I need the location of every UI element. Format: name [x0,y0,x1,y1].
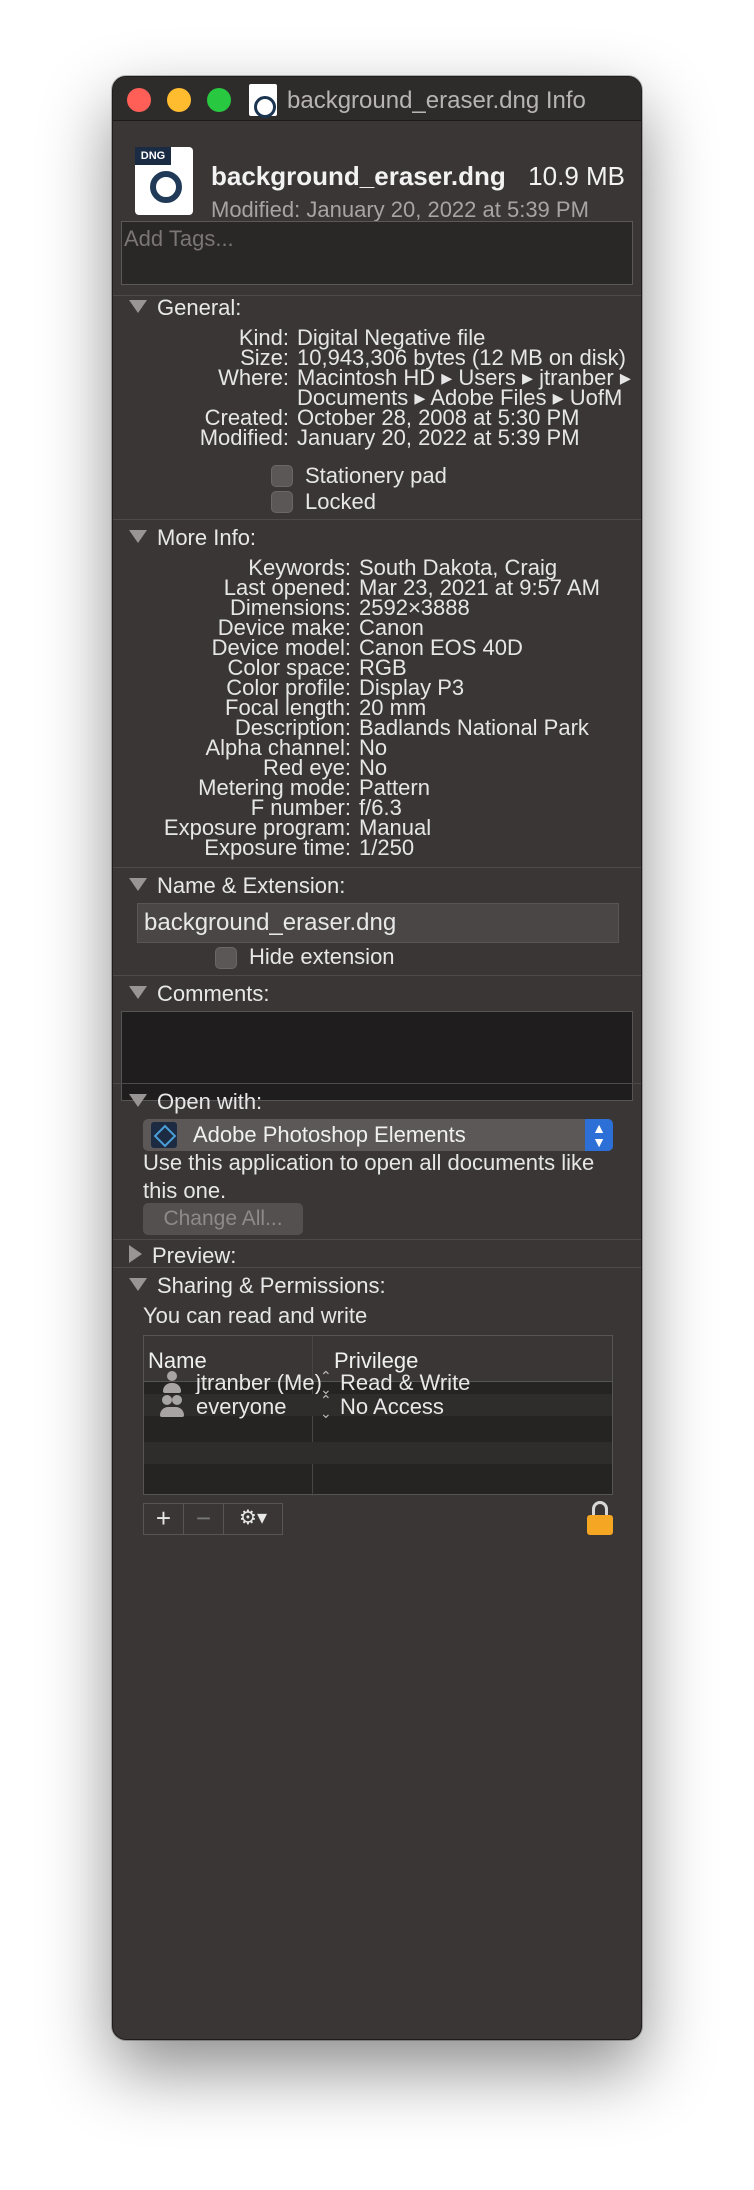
tags-field[interactable]: Add Tags... [121,221,633,285]
comments-field[interactable] [121,1011,633,1101]
disclosure-triangle-icon[interactable] [129,530,147,543]
add-user-button[interactable]: + [144,1504,184,1534]
user-icon [160,1370,184,1394]
info-label: Where: [218,365,289,390]
info-value: 1/250 [359,835,415,860]
lock-icon[interactable] [587,1501,613,1535]
general-section-header[interactable]: General: [129,295,241,321]
permission-buttons: + − ⚙▾ [143,1503,283,1535]
gear-icon[interactable]: ⚙▾ [224,1504,282,1534]
open-with-description: Use this application to open all documen… [143,1150,595,1203]
table-row[interactable]: everyone ⌃ ⌄ No Access [144,1393,612,1420]
minimize-button[interactable] [167,88,191,112]
photoshop-elements-icon [151,1122,177,1148]
disclosure-triangle-icon[interactable] [129,986,147,999]
dng-file-icon [249,84,277,118]
disclosure-triangle-icon[interactable] [129,878,147,891]
open-with-popup[interactable]: Adobe Photoshop Elements ▲ ▼ [143,1119,613,1151]
hide-extension-label: Hide extension [249,944,395,969]
stepper-icon[interactable]: ⌃ ⌄ [320,1393,332,1420]
open-with-section-header[interactable]: Open with: [129,1089,262,1115]
change-all-button[interactable]: Change All... [143,1203,303,1235]
hide-extension-checkbox[interactable] [215,947,237,969]
table-row[interactable]: jtranber (Me) ⌃ ⌄ Read & Write [144,1369,612,1396]
locked-label: Locked [305,489,376,514]
user-privilege[interactable]: No Access [340,1394,444,1420]
info-value: January 20, 2022 at 5:39 PM [297,425,580,450]
info-window: background_eraser.dng Info DNG backgroun… [112,76,642,2040]
disclosure-triangle-icon[interactable] [129,300,147,313]
popup-chevron-icon[interactable]: ▲ ▼ [585,1119,613,1151]
info-value: Badlands National Park [359,715,589,740]
info-label: Modified: [199,425,289,450]
file-name-field[interactable]: background_eraser.dng [137,903,619,943]
user-privilege[interactable]: Read & Write [340,1370,470,1396]
permissions-table[interactable]: Name Privilege jtranber (Me) ⌃ ⌄ Read & W… [143,1335,613,1496]
title-bar[interactable]: background_eraser.dng Info [113,77,641,121]
more-info-section-header[interactable]: More Info: [129,525,256,551]
name-extension-section-header[interactable]: Name & Extension: [129,873,345,899]
sharing-section-header[interactable]: Sharing & Permissions: [129,1273,386,1299]
stationery-pad-label: Stationery pad [305,463,447,488]
stationery-pad-checkbox[interactable] [271,465,293,487]
zoom-button[interactable] [207,88,231,112]
permission-status: You can read and write [143,1303,368,1328]
dng-file-icon[interactable]: DNG [135,147,193,215]
modified-date: Modified: January 20, 2022 at 5:39 PM [211,197,589,222]
close-button[interactable] [127,88,151,112]
disclosure-triangle-icon[interactable] [129,1245,142,1263]
file-name: background_eraser.dng [211,161,506,191]
disclosure-triangle-icon[interactable] [129,1278,147,1291]
group-icon [160,1394,184,1418]
user-name: jtranber (Me) [196,1370,322,1395]
file-size: 10.9 MB [528,161,625,191]
info-label: Exposure time: [204,835,351,860]
remove-user-button[interactable]: − [184,1504,224,1534]
preview-section-header[interactable]: Preview: [129,1243,236,1269]
disclosure-triangle-icon[interactable] [129,1094,147,1107]
app-name: Adobe Photoshop Elements [193,1122,466,1147]
window-title: background_eraser.dng Info [287,87,586,114]
user-name: everyone [196,1394,287,1419]
locked-checkbox[interactable] [271,491,293,513]
comments-section-header[interactable]: Comments: [129,981,269,1007]
